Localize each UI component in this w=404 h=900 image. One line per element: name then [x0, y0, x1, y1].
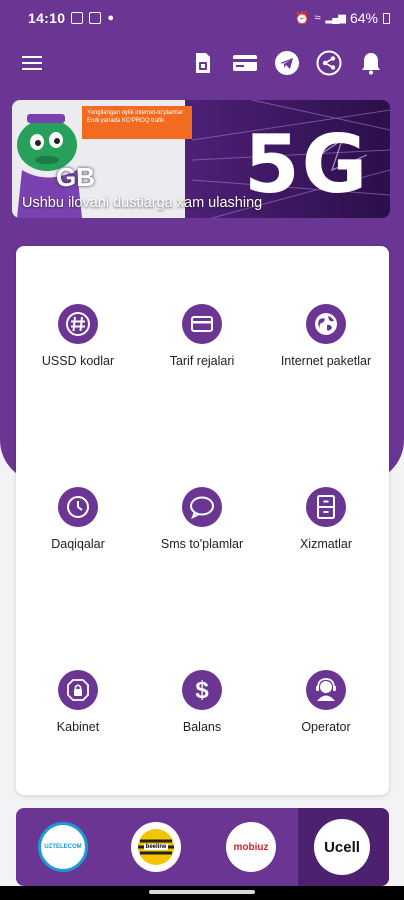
bell-icon — [362, 53, 380, 75]
menu-item-icon-wrap: $ — [182, 670, 222, 710]
system-nav-bar — [0, 886, 404, 900]
sim-card-icon — [196, 53, 210, 73]
menu-item-label: Operator — [301, 720, 351, 734]
menu-item-icon-wrap — [306, 304, 346, 344]
cabinet-icon — [317, 495, 335, 519]
menu-item-icon-wrap — [182, 487, 222, 527]
battery-icon — [383, 12, 390, 24]
banner-5g-text: 5G — [244, 118, 370, 211]
operator-beeline[interactable]: beeline — [131, 822, 181, 872]
menu-item-ussd-codes[interactable]: USSD kodlar — [16, 304, 140, 394]
card-icon — [191, 316, 213, 332]
menu-item-icon-wrap — [306, 487, 346, 527]
status-time: 14:10 — [28, 10, 66, 26]
battery-percent: 64% — [349, 10, 378, 26]
toolbar — [0, 40, 404, 86]
menu-item-minutes[interactable]: Daqiqalar — [16, 487, 140, 577]
menu-item-cabinet[interactable]: Kabinet — [16, 670, 140, 760]
promo-banner[interactable]: GB Yangilangan oylik internet-to'plamlar… — [12, 100, 390, 218]
globe-icon — [315, 313, 337, 335]
menu-item-label: Tarif rejalari — [169, 354, 235, 368]
telegram-button[interactable] — [270, 46, 304, 80]
banner-mascot-text: GB — [56, 162, 95, 192]
dollar-icon: $ — [195, 677, 209, 704]
menu-item-icon-wrap — [182, 304, 222, 344]
banner-caption: Ushbu ilovani dustlarga xam ulashing — [22, 195, 263, 211]
menu-item-label: USSD kodlar — [41, 354, 115, 368]
operator-uztelecom[interactable]: UZTELECOM — [38, 822, 88, 872]
menu-item-icon-wrap — [306, 670, 346, 710]
menu-button[interactable] — [16, 46, 50, 80]
notifications-button[interactable] — [354, 46, 388, 80]
signal-icon: ▂▄▆ — [325, 12, 346, 24]
z-notification-icon — [89, 12, 102, 24]
payment-card-button[interactable] — [228, 46, 262, 80]
menu-item-label: Sms to'plamlar — [160, 537, 244, 551]
app-notification-icon: ● — [107, 12, 114, 24]
menu-item-icon-wrap — [58, 670, 98, 710]
status-bar: 14:10 ● ⏰ ≈ ▂▄▆ 64% — [0, 0, 404, 36]
headset-icon — [316, 678, 336, 701]
menu-icon — [22, 56, 42, 70]
operator-label: UZTELECOM — [44, 844, 82, 850]
shield-icon — [67, 679, 89, 701]
menu-item-label: Xizmatlar — [299, 537, 353, 551]
payment-card-icon — [233, 55, 257, 71]
wifi-icon: ≈ — [314, 12, 321, 24]
menu-item-balance[interactable]: $ Balans — [140, 670, 264, 760]
banner-promo-box: Yangilangan oylik internet-to'plamlar En… — [82, 106, 192, 139]
clock-icon — [67, 496, 89, 518]
gallery-notification-icon — [71, 12, 84, 24]
chat-bubble-icon — [190, 496, 214, 520]
menu-item-icon-wrap — [58, 487, 98, 527]
operator-label: Ucell — [324, 838, 360, 856]
telegram-icon — [275, 51, 299, 75]
svg-text:$: $ — [195, 677, 209, 704]
operator-label: beeline — [143, 844, 169, 850]
operator-selector: UZTELECOM beeline mobiuz Ucell — [16, 808, 389, 886]
menu-item-label: Kabinet — [56, 720, 100, 734]
operator-mobiuz[interactable]: mobiuz — [226, 822, 276, 872]
sim-card-button[interactable] — [186, 46, 220, 80]
operator-ucell-selected: Ucell — [298, 808, 389, 886]
menu-item-tariff-plans[interactable]: Tarif rejalari — [140, 304, 264, 394]
menu-item-label: Daqiqalar — [51, 537, 105, 551]
menu-item-internet-packages[interactable]: Internet paketlar — [264, 304, 388, 394]
menu-item-label: Internet paketlar — [280, 354, 372, 368]
hash-icon — [66, 312, 90, 336]
menu-item-label: Balans — [182, 720, 222, 734]
alarm-icon: ⏰ — [294, 11, 310, 25]
menu-item-sms-packages[interactable]: Sms to'plamlar — [140, 487, 264, 577]
menu-item-icon-wrap — [58, 304, 98, 344]
operator-label: mobiuz — [233, 841, 269, 853]
menu-item-operator[interactable]: Operator — [264, 670, 388, 760]
home-gesture-handle[interactable] — [149, 890, 255, 894]
share-button[interactable] — [312, 46, 346, 80]
share-icon — [316, 50, 342, 76]
menu-item-services[interactable]: Xizmatlar — [264, 487, 388, 577]
operator-ucell[interactable]: Ucell — [314, 819, 370, 875]
services-card: USSD kodlar Tarif rejalari Internet pake… — [16, 246, 389, 795]
